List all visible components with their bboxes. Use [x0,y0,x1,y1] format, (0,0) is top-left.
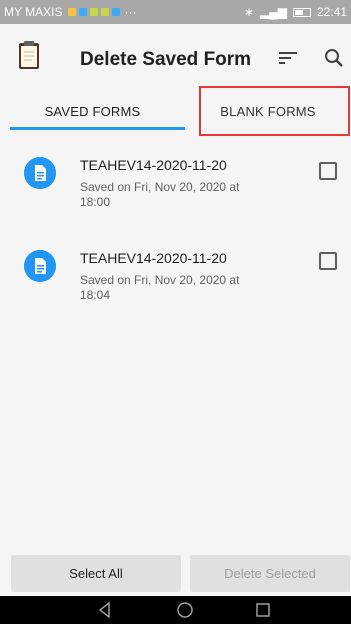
delete-selected-button[interactable]: Delete Selected [190,555,350,592]
tab-saved-forms[interactable]: SAVED FORMS [0,90,185,132]
document-icon [24,250,56,282]
bluetooth-icon: ∗ [243,5,254,19]
clock: 22:41 [316,5,347,19]
form-saved-date: Saved on Fri, Nov 20, 2020 at 18:00 [80,180,280,210]
status-bar: MY MAXIS ··· ∗ ▂▄▆ 22:41 [0,0,351,24]
form-name: TEAHEV14-2020-11-20 [80,250,227,266]
tab-indicator [10,127,185,130]
back-icon[interactable] [96,601,114,619]
clipboard-icon [19,41,39,69]
search-icon[interactable] [322,46,346,70]
form-checkbox[interactable] [319,252,337,270]
system-nav-bar [0,596,351,624]
document-icon [24,157,56,189]
notification-icons [68,8,121,16]
battery-icon [292,7,311,17]
saved-time: 18:00 [80,195,111,209]
saved-line: Saved on Fri, Nov 20, 2020 at [80,180,240,194]
tab-bar: SAVED FORMS BLANK FORMS [0,90,351,132]
more-notifications-icon: ··· [124,5,137,19]
carrier-label: MY MAXIS [4,5,63,19]
recents-icon[interactable] [254,601,272,619]
saved-time: 18:04 [80,288,111,302]
home-icon[interactable] [176,601,194,619]
form-name: TEAHEV14-2020-11-20 [80,157,227,173]
list-item[interactable]: TEAHEV14-2020-11-20 Saved on Fri, Nov 20… [0,145,351,225]
list-item[interactable]: TEAHEV14-2020-11-20 Saved on Fri, Nov 20… [0,240,351,320]
sort-icon[interactable] [276,46,300,70]
saved-line: Saved on Fri, Nov 20, 2020 at [80,273,240,287]
form-saved-date: Saved on Fri, Nov 20, 2020 at 18:04 [80,273,280,303]
select-all-button[interactable]: Select All [11,555,181,592]
signal-icon: ▂▄▆ [260,5,287,19]
app-bar: Delete Saved Form [0,24,351,90]
bottom-action-bar: Select All Delete Selected [0,548,351,596]
page-title: Delete Saved Form [80,49,252,70]
tab-blank-forms[interactable]: BLANK FORMS [185,90,351,132]
form-checkbox[interactable] [319,162,337,180]
